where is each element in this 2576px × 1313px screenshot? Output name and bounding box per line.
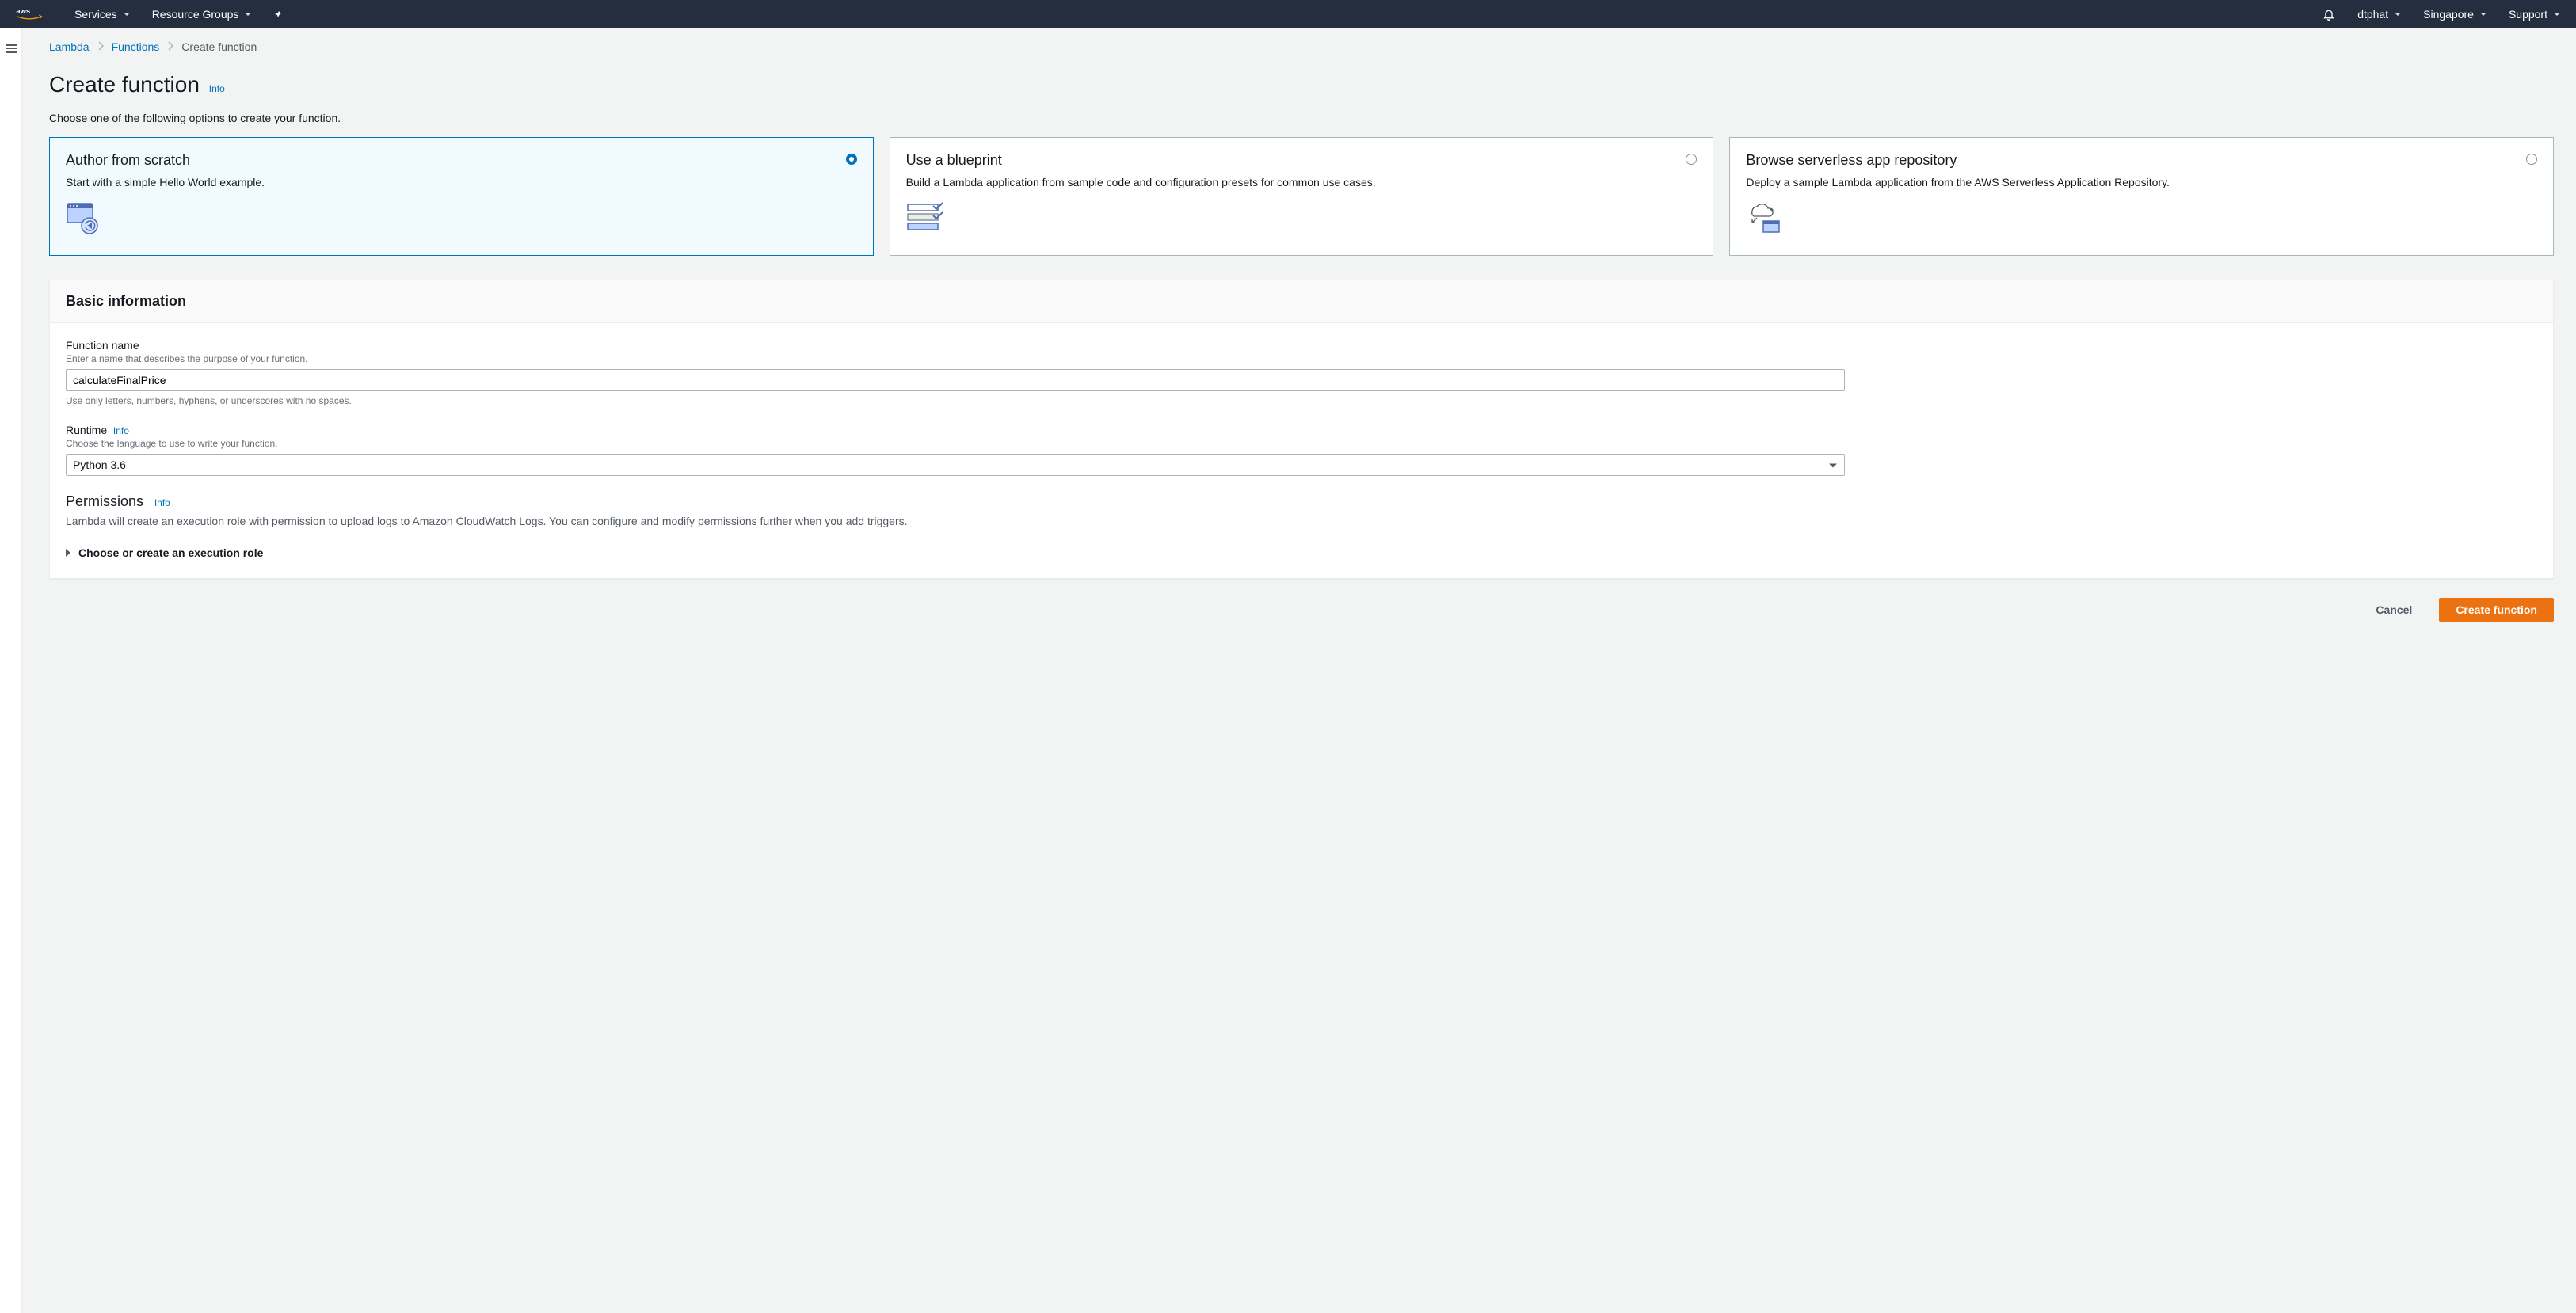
permissions-desc: Lambda will create an execution role wit… xyxy=(66,515,2537,527)
caret-down-icon xyxy=(245,13,251,16)
runtime-info-link[interactable]: Info xyxy=(113,425,129,436)
scratch-icon xyxy=(66,202,857,234)
footer-actions: Cancel Create function xyxy=(49,598,2554,622)
create-function-button[interactable]: Create function xyxy=(2439,598,2554,622)
chevron-right-icon xyxy=(97,40,104,53)
triangle-right-icon xyxy=(66,549,70,557)
svg-text:aws: aws xyxy=(16,6,30,15)
option-blueprint-desc: Build a Lambda application from sample c… xyxy=(906,175,1698,191)
page-subtitle: Choose one of the following options to c… xyxy=(49,112,2554,124)
runtime-select[interactable]: Python 3.6 xyxy=(66,454,1845,476)
basic-info-heading: Basic information xyxy=(66,293,2537,310)
function-name-hint: Enter a name that describes the purpose … xyxy=(66,353,2537,364)
radio-selected[interactable] xyxy=(846,154,857,165)
caret-down-icon xyxy=(2395,13,2401,16)
nav-support-label: Support xyxy=(2509,8,2547,21)
cancel-button[interactable]: Cancel xyxy=(2360,598,2428,622)
nav-services[interactable]: Services xyxy=(74,8,130,21)
permissions-group: Permissions Info Lambda will create an e… xyxy=(66,493,2537,559)
basic-info-panel: Basic information Function name Enter a … xyxy=(49,280,2554,579)
option-scratch-desc: Start with a simple Hello World example. xyxy=(66,175,857,191)
panel-header: Basic information xyxy=(50,280,2553,323)
function-name-input[interactable] xyxy=(66,369,1845,391)
left-rail xyxy=(0,28,22,1313)
option-use-blueprint[interactable]: Use a blueprint Build a Lambda applicati… xyxy=(890,137,1714,256)
nav-services-label: Services xyxy=(74,8,117,21)
permissions-heading: Permissions xyxy=(66,493,143,510)
permissions-info-link[interactable]: Info xyxy=(154,497,170,508)
runtime-hint: Choose the language to use to write your… xyxy=(66,438,2537,449)
option-scratch-title: Author from scratch xyxy=(66,152,857,169)
runtime-group: Runtime Info Choose the language to use … xyxy=(66,424,2537,476)
nav-support[interactable]: Support xyxy=(2509,8,2560,21)
execution-role-expander[interactable]: Choose or create an execution role xyxy=(66,546,2537,559)
repo-icon xyxy=(1746,202,2537,234)
function-name-label: Function name xyxy=(66,339,2537,352)
pin-icon[interactable] xyxy=(273,10,283,19)
option-author-from-scratch[interactable]: Author from scratch Start with a simple … xyxy=(49,137,874,256)
page-title: Create function xyxy=(49,72,200,97)
function-name-group: Function name Enter a name that describe… xyxy=(66,339,2537,406)
nav-region-label: Singapore xyxy=(2423,8,2474,21)
breadcrumb-functions[interactable]: Functions xyxy=(112,40,160,53)
radio-unselected[interactable] xyxy=(2526,154,2537,165)
caret-down-icon xyxy=(2480,13,2486,16)
nav-region[interactable]: Singapore xyxy=(2423,8,2486,21)
option-blueprint-title: Use a blueprint xyxy=(906,152,1698,169)
aws-logo[interactable]: aws xyxy=(16,6,43,22)
chevron-right-icon xyxy=(167,40,173,53)
execution-role-expander-label: Choose or create an execution role xyxy=(78,546,263,559)
caret-down-icon xyxy=(1829,464,1837,468)
function-name-constraint: Use only letters, numbers, hyphens, or u… xyxy=(66,395,2537,406)
hamburger-icon[interactable] xyxy=(6,42,17,1313)
breadcrumb-lambda[interactable]: Lambda xyxy=(49,40,90,53)
runtime-selected-value: Python 3.6 xyxy=(73,459,126,471)
nav-resource-groups[interactable]: Resource Groups xyxy=(152,8,252,21)
nav-user-label: dtphat xyxy=(2357,8,2388,21)
caret-down-icon xyxy=(2554,13,2560,16)
info-link[interactable]: Info xyxy=(209,83,225,94)
top-nav: aws Services Resource Groups dtphat Sing… xyxy=(0,0,2576,28)
option-repo-desc: Deploy a sample Lambda application from … xyxy=(1746,175,2537,191)
nav-user[interactable]: dtphat xyxy=(2357,8,2401,21)
option-repo-title: Browse serverless app repository xyxy=(1746,152,2537,169)
breadcrumb: Lambda Functions Create function xyxy=(49,40,2554,53)
nav-resource-groups-label: Resource Groups xyxy=(152,8,239,21)
runtime-label: Runtime xyxy=(66,424,107,436)
blueprint-icon xyxy=(906,202,1698,234)
option-browse-repo[interactable]: Browse serverless app repository Deploy … xyxy=(1729,137,2554,256)
notifications-icon[interactable] xyxy=(2323,8,2335,21)
breadcrumb-current: Create function xyxy=(181,40,257,53)
creation-options: Author from scratch Start with a simple … xyxy=(49,137,2554,256)
caret-down-icon xyxy=(124,13,130,16)
